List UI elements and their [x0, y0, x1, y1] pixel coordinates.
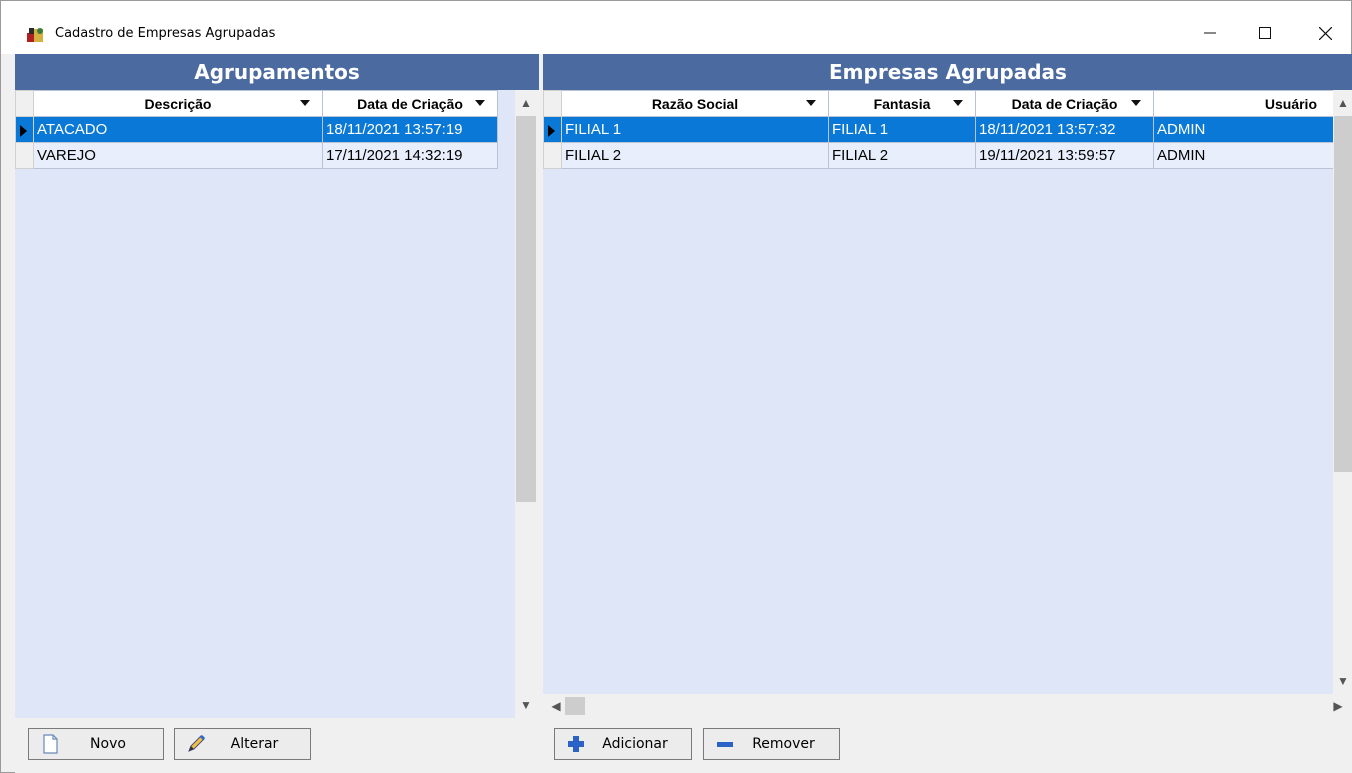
- cell-descricao[interactable]: ATACADO: [33, 116, 323, 143]
- left-vertical-scrollbar[interactable]: ▲ ▼: [515, 90, 537, 718]
- pencil-edit-icon: [188, 734, 206, 752]
- cell-data-criacao[interactable]: 18/11/2021 13:57:19: [322, 116, 498, 143]
- scroll-up-icon[interactable]: ▲: [515, 96, 537, 110]
- scroll-right-icon[interactable]: ▶: [1327, 699, 1349, 713]
- right-vertical-scrollbar[interactable]: ▲ ▼: [1333, 90, 1352, 694]
- empresas-agrupadas-header: Empresas Agrupadas: [543, 54, 1352, 90]
- row-indicator-header: [15, 90, 34, 117]
- row-indicator-header: [543, 90, 562, 117]
- sort-dropdown-icon[interactable]: [806, 100, 816, 106]
- scrollbar-thumb[interactable]: [565, 697, 585, 715]
- empresas-table: Razão Social Fantasia Data de Criação Us…: [543, 90, 1334, 169]
- scrollbar-thumb[interactable]: [516, 116, 536, 502]
- novo-button[interactable]: Novo: [28, 728, 164, 760]
- cell-data-criacao[interactable]: 18/11/2021 13:57:32: [975, 116, 1154, 143]
- table-header-row: Descrição Data de Criação: [15, 90, 498, 117]
- adicionar-button[interactable]: Adicionar: [554, 728, 692, 760]
- app-icon: [27, 28, 43, 42]
- table-row[interactable]: FILIAL 1 FILIAL 1 18/11/2021 13:57:32 AD…: [543, 116, 1334, 143]
- row-indicator: [15, 142, 34, 169]
- row-indicator: [15, 116, 34, 143]
- right-horizontal-scrollbar[interactable]: ◀ ▶: [543, 694, 1352, 718]
- minus-icon: [717, 742, 733, 747]
- empresas-agrupadas-grid[interactable]: Razão Social Fantasia Data de Criação Us…: [543, 90, 1352, 718]
- minimize-button[interactable]: [1187, 15, 1233, 51]
- new-document-icon: [43, 734, 58, 754]
- cell-razao-social[interactable]: FILIAL 1: [561, 116, 829, 143]
- title-bar: Cadastro de Empresas Agrupadas: [1, 1, 1351, 54]
- window-title: Cadastro de Empresas Agrupadas: [55, 26, 276, 41]
- sort-dropdown-icon[interactable]: [300, 100, 310, 106]
- column-header-descricao[interactable]: Descrição: [33, 90, 323, 117]
- sort-dropdown-icon[interactable]: [953, 100, 963, 106]
- sort-dropdown-icon[interactable]: [475, 100, 485, 106]
- cell-descricao[interactable]: VAREJO: [33, 142, 323, 169]
- cell-data-criacao[interactable]: 19/11/2021 13:59:57: [975, 142, 1154, 169]
- sort-dropdown-icon[interactable]: [1131, 100, 1141, 106]
- scrollbar-thumb[interactable]: [1334, 116, 1352, 472]
- agrupamentos-header: Agrupamentos: [15, 54, 539, 90]
- cell-fantasia[interactable]: FILIAL 1: [828, 116, 976, 143]
- agrupamentos-table: Descrição Data de Criação ATACADO 18/11/…: [15, 90, 498, 169]
- cell-razao-social[interactable]: FILIAL 2: [561, 142, 829, 169]
- close-button[interactable]: [1302, 15, 1348, 51]
- scroll-up-icon[interactable]: ▲: [1332, 96, 1352, 110]
- column-header-fantasia[interactable]: Fantasia: [828, 90, 976, 117]
- table-header-row: Razão Social Fantasia Data de Criação Us…: [543, 90, 1334, 117]
- cell-usuario[interactable]: ADMIN: [1153, 116, 1334, 143]
- cell-data-criacao[interactable]: 17/11/2021 14:32:19: [322, 142, 498, 169]
- alterar-button[interactable]: Alterar: [174, 728, 311, 760]
- current-row-icon: [548, 125, 555, 137]
- column-header-razao-social[interactable]: Razão Social: [561, 90, 829, 117]
- scroll-down-icon[interactable]: ▼: [1332, 674, 1352, 688]
- close-icon: [1318, 26, 1332, 40]
- plus-icon: [568, 736, 584, 752]
- cell-fantasia[interactable]: FILIAL 2: [828, 142, 976, 169]
- scroll-down-icon[interactable]: ▼: [515, 698, 537, 712]
- row-indicator: [543, 116, 562, 143]
- column-header-data-criacao[interactable]: Data de Criação: [322, 90, 498, 117]
- cell-usuario[interactable]: ADMIN: [1153, 142, 1334, 169]
- table-row[interactable]: VAREJO 17/11/2021 14:32:19: [15, 142, 498, 169]
- maximize-icon: [1259, 27, 1271, 39]
- current-row-icon: [20, 125, 27, 137]
- scroll-left-icon[interactable]: ◀: [545, 699, 567, 713]
- column-header-data-criacao[interactable]: Data de Criação: [975, 90, 1154, 117]
- agrupamentos-grid[interactable]: Descrição Data de Criação ATACADO 18/11/…: [15, 90, 537, 718]
- main-window: Cadastro de Empresas Agrupadas Agrupamen…: [0, 0, 1352, 773]
- column-header-usuario[interactable]: Usuário: [1153, 90, 1334, 117]
- table-row[interactable]: FILIAL 2 FILIAL 2 19/11/2021 13:59:57 AD…: [543, 142, 1334, 169]
- row-indicator: [543, 142, 562, 169]
- remover-button[interactable]: Remover: [703, 728, 840, 760]
- minimize-icon: [1204, 32, 1216, 34]
- table-row[interactable]: ATACADO 18/11/2021 13:57:19: [15, 116, 498, 143]
- maximize-button[interactable]: [1242, 15, 1288, 51]
